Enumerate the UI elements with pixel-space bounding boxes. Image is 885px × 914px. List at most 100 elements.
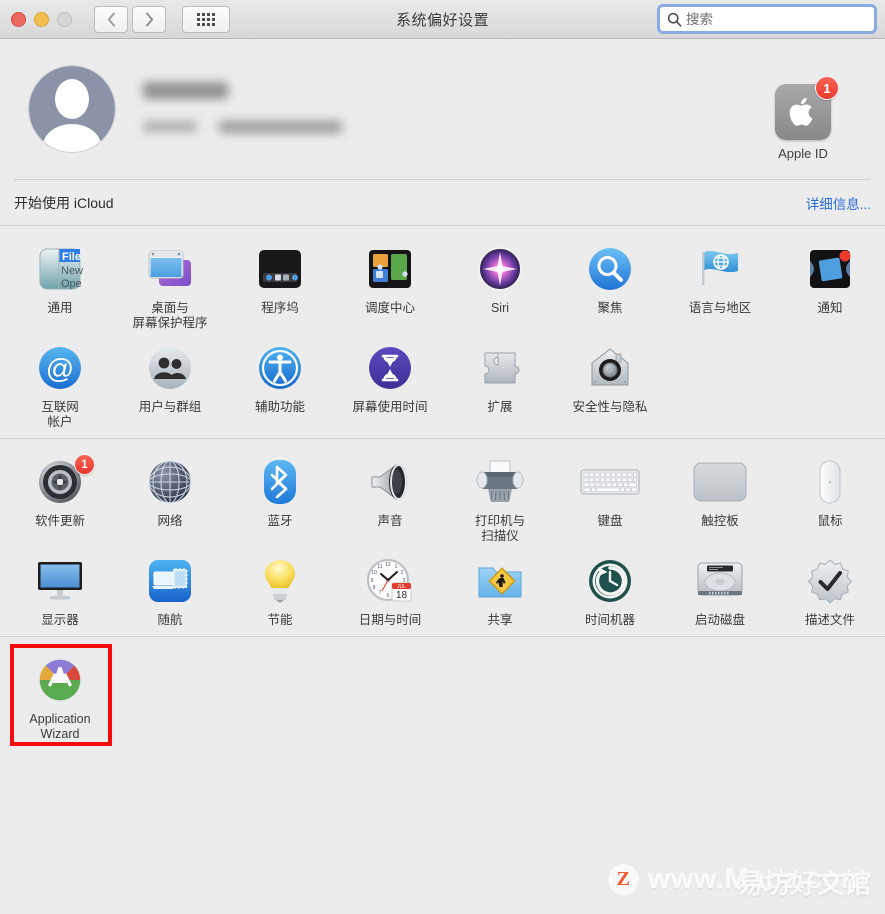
pref-item-energy-saver[interactable]: 节能 xyxy=(225,548,335,632)
pref-label: 桌面与 屏幕保护程序 xyxy=(132,301,208,330)
pref-item-users-groups[interactable]: 用户与群组 xyxy=(115,335,225,434)
sound-speaker-icon xyxy=(335,457,445,507)
close-window-button[interactable] xyxy=(11,11,26,27)
pref-label: 启动磁盘 xyxy=(694,613,745,627)
grid-dots-icon xyxy=(197,12,215,26)
zoom-window-button[interactable] xyxy=(57,11,72,27)
icloud-details-link[interactable]: 详细信息... xyxy=(806,193,871,213)
pref-item-software-update[interactable]: 1 软件更新 xyxy=(5,449,115,548)
pref-label: 时间机器 xyxy=(584,613,635,627)
search-input[interactable] xyxy=(686,11,856,27)
pref-item-spotlight[interactable]: 聚焦 xyxy=(555,236,665,335)
svg-text:8: 8 xyxy=(373,585,376,591)
svg-text:New: New xyxy=(61,265,83,277)
profiles-check-icon xyxy=(775,556,885,606)
svg-text:7: 7 xyxy=(379,590,382,596)
pref-label: 鼠标 xyxy=(817,514,843,528)
svg-text:@: @ xyxy=(46,353,74,384)
pref-item-startup-disk[interactable]: 启动磁盘 xyxy=(665,548,775,632)
keyboard-icon xyxy=(555,457,665,507)
sharing-folder-icon xyxy=(445,556,555,606)
internet-accounts-icon: @ xyxy=(5,343,115,393)
search-field[interactable] xyxy=(657,4,877,34)
traffic-lights xyxy=(11,11,72,27)
pref-item-sidecar[interactable]: 随航 xyxy=(115,548,225,632)
pref-item-printers-scanners[interactable]: 打印机与 扫描仪 xyxy=(445,449,555,548)
pref-item-dock[interactable]: 程序坞 xyxy=(225,236,335,335)
pref-label: 触控板 xyxy=(701,514,739,528)
application-wizard-icon xyxy=(5,655,115,705)
apple-id-tile[interactable]: 1 Apple ID xyxy=(743,76,863,161)
pref-item-notifications[interactable]: 通知 xyxy=(775,236,885,335)
siri-icon xyxy=(445,244,555,294)
extensions-puzzle-icon xyxy=(445,343,555,393)
pref-label: 显示器 xyxy=(41,613,79,627)
security-privacy-icon xyxy=(555,343,665,393)
forward-chevron-icon xyxy=(145,12,153,26)
pref-item-displays[interactable]: 显示器 xyxy=(5,548,115,632)
watermark-url: www.Macz.com xyxy=(647,863,867,895)
pref-label: 调度中心 xyxy=(364,301,415,315)
pref-item-sharing[interactable]: 共享 xyxy=(445,548,555,632)
software-update-icon: 1 xyxy=(5,454,115,507)
icloud-text: 开始使用 iCloud xyxy=(14,194,114,211)
pref-item-profiles[interactable]: 描述文件 xyxy=(775,548,885,632)
pref-item-desktop-screensaver[interactable]: 桌面与 屏幕保护程序 xyxy=(115,236,225,335)
pref-label: 蓝牙 xyxy=(267,514,293,528)
pref-item-general[interactable]: File New Ope 通用 xyxy=(5,236,115,335)
back-button[interactable] xyxy=(94,5,128,33)
preferences-section-other: Application Wizard xyxy=(0,637,885,750)
apple-id-header: 1 Apple ID xyxy=(0,39,885,179)
pref-label: 屏幕使用时间 xyxy=(352,400,428,414)
desktop-screensaver-icon xyxy=(115,244,225,294)
svg-text:6: 6 xyxy=(387,593,390,599)
svg-text:9: 9 xyxy=(371,578,374,584)
preferences-row: 1 软件更新 网络 蓝牙 声音 打印机与 扫描仪 键盘 触控板 鼠标 xyxy=(0,449,885,548)
pref-item-application-wizard[interactable]: Application Wizard xyxy=(5,647,115,746)
mission-control-icon xyxy=(335,244,445,294)
back-chevron-icon xyxy=(107,12,115,26)
preferences-section-personal: File New Ope 通用 桌面与 屏幕保护程序 程序坞 调度中心 Siri… xyxy=(0,226,885,438)
pref-item-accessibility[interactable]: 辅助功能 xyxy=(225,335,335,434)
pref-item-internet-accounts[interactable]: @ 互联网 帐户 xyxy=(5,335,115,434)
pref-item-keyboard[interactable]: 键盘 xyxy=(555,449,665,548)
notifications-icon xyxy=(775,244,885,294)
pref-item-mouse[interactable]: 鼠标 xyxy=(775,449,885,548)
pref-label: Application Wizard xyxy=(29,712,91,741)
window-titlebar: 系统偏好设置 xyxy=(0,0,885,39)
pref-item-network[interactable]: 网络 xyxy=(115,449,225,548)
forward-button[interactable] xyxy=(132,5,166,33)
minimize-window-button[interactable] xyxy=(34,11,49,27)
pref-item-date-time[interactable]: 1212 345 678 91011 JUL 18 日期与时间 xyxy=(335,548,445,632)
avatar[interactable] xyxy=(28,65,116,153)
printers-scanners-icon xyxy=(445,457,555,507)
pref-item-siri[interactable]: Siri xyxy=(445,236,555,335)
energy-saver-bulb-icon xyxy=(225,556,335,606)
pref-item-bluetooth[interactable]: 蓝牙 xyxy=(225,449,335,548)
apple-id-label: Apple ID xyxy=(778,146,828,161)
language-region-icon xyxy=(665,244,775,294)
software-update-badge: 1 xyxy=(74,454,95,475)
account-info xyxy=(143,82,342,136)
preferences-row: Application Wizard xyxy=(0,647,885,746)
date-time-clock-icon: 1212 345 678 91011 JUL 18 xyxy=(335,556,445,606)
pref-item-security-privacy[interactable]: 安全性与隐私 xyxy=(555,335,665,434)
search-icon xyxy=(667,12,682,27)
pref-item-extensions[interactable]: 扩展 xyxy=(445,335,555,434)
trackpad-icon xyxy=(665,457,775,507)
show-all-button[interactable] xyxy=(182,5,230,33)
calendar-day-text: 18 xyxy=(396,590,408,601)
pref-item-screen-time[interactable]: 屏幕使用时间 xyxy=(335,335,445,434)
pref-label: 日期与时间 xyxy=(358,613,422,627)
pref-item-mission-control[interactable]: 调度中心 xyxy=(335,236,445,335)
watermark-chinese-text: 易坊好文馆 xyxy=(736,869,871,899)
preferences-row: 显示器 随航 节能 12 1 2 3 6 7 8 9 10 11 JUL 18 … xyxy=(0,548,885,632)
pref-item-sound[interactable]: 声音 xyxy=(335,449,445,548)
preferences-row: @ 互联网 帐户 用户与群组 辅助功能 屏幕使用时间 扩展 安全性与隐私 xyxy=(0,335,885,434)
pref-item-trackpad[interactable]: 触控板 xyxy=(665,449,775,548)
pref-label: 共享 xyxy=(487,613,513,627)
pref-item-language-region[interactable]: 语言与地区 xyxy=(665,236,775,335)
pref-label: 打印机与 扫描仪 xyxy=(474,514,525,543)
svg-text:11: 11 xyxy=(377,564,382,570)
pref-item-time-machine[interactable]: 时间机器 xyxy=(555,548,665,632)
